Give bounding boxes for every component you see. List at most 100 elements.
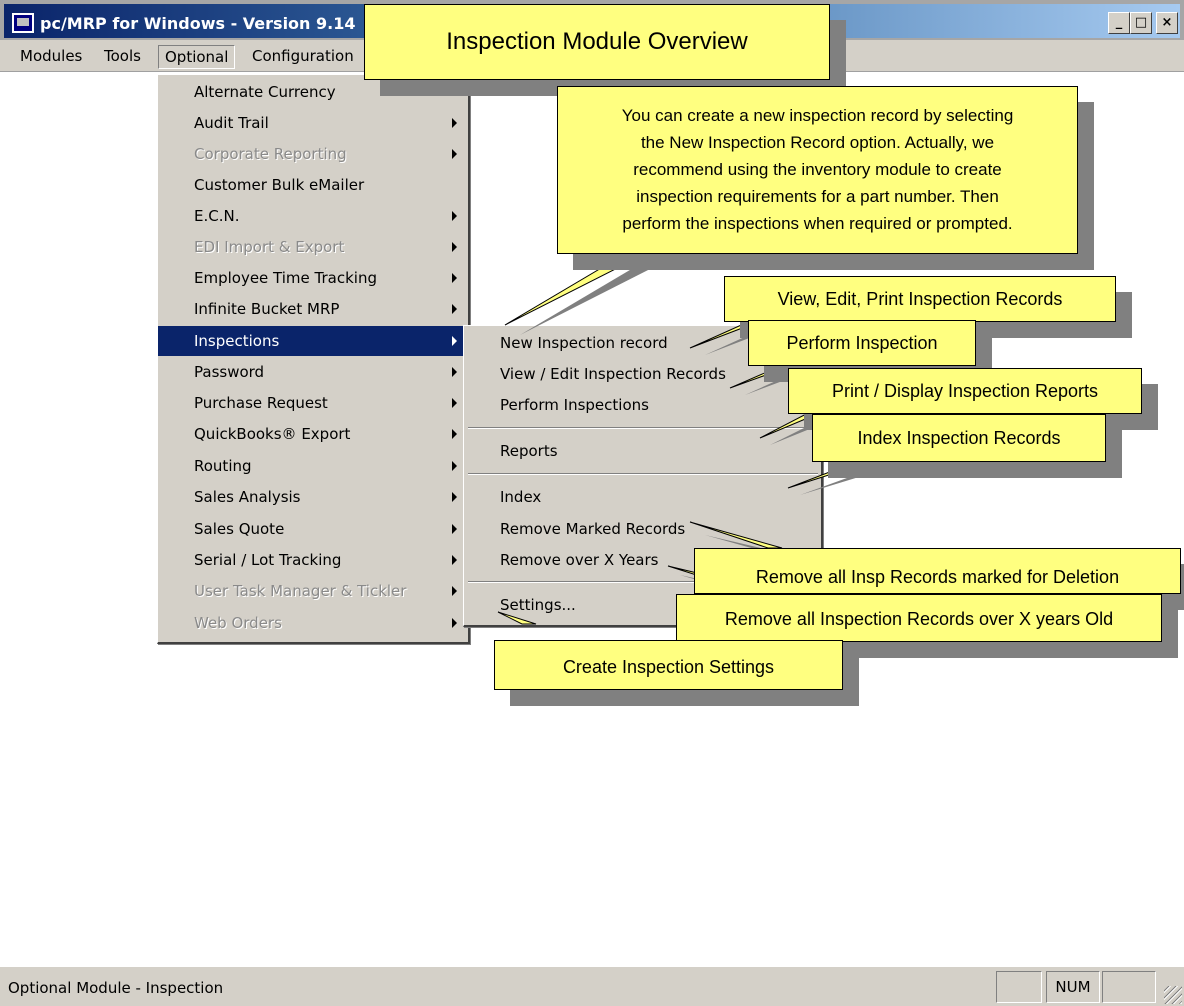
submenu-arrow-icon [452,586,457,596]
menu-item-ecn[interactable]: E.C.N. [158,201,467,231]
callout-text: Perform Inspection [786,333,938,353]
callout-text: You can create a new inspection record b… [621,106,1014,125]
menu-item-inspections[interactable]: Inspections [158,326,467,356]
callout-text: Index Inspection Records [857,428,1061,448]
menu-item-label: New Inspection record [500,334,668,352]
menu-item-label: E.C.N. [194,207,240,225]
menu-item-label: Alternate Currency [194,83,336,101]
submenu-perform-inspections[interactable]: Perform Inspections [464,390,820,420]
submenu-arrow-icon [452,336,457,346]
menu-item-label: Sales Quote [194,520,285,538]
callout-text: the New Inspection Record option. Actual… [640,133,995,152]
menu-item-label: Perform Inspections [500,396,649,414]
menu-item-label: Web Orders [194,614,282,632]
menu-item-label: View / Edit Inspection Records [500,365,726,383]
submenu-index[interactable]: Index [464,482,820,512]
app-icon[interactable] [12,13,34,33]
callout-text: Remove all Inspection Records over X yea… [724,609,1114,629]
submenu-arrow-icon [452,211,457,221]
menu-item-label: Employee Time Tracking [194,269,377,287]
menu-item-serial-lot-tracking[interactable]: Serial / Lot Tracking [158,545,467,575]
menu-separator [468,427,818,429]
status-text: Optional Module - Inspection [8,979,224,997]
maximize-button[interactable]: □ [1130,12,1152,34]
submenu-arrow-icon [452,524,457,534]
callout-text: Print / Display Inspection Reports [831,381,1099,401]
callout-text: Remove all Insp Records marked for Delet… [755,567,1120,587]
submenu-arrow-icon [452,367,457,377]
submenu-remove-marked-records[interactable]: Remove Marked Records [464,514,820,544]
resize-grip-icon[interactable] [1164,986,1182,1004]
menu-optional[interactable]: Optional [158,45,236,69]
callout-remove-marked: Remove all Insp Records marked for Delet… [694,548,1181,594]
close-button[interactable]: × [1156,12,1178,34]
menu-item-label: User Task Manager & Tickler [194,582,407,600]
callout-view-edit: View, Edit, Print Inspection Records [724,276,1116,322]
menu-item-label: Inspections [194,332,280,350]
menu-configuration[interactable]: Configuration [246,45,360,69]
menu-item-web-orders: Web Orders [158,608,467,638]
submenu-arrow-icon [452,398,457,408]
callout-new-record: You can create a new inspection record b… [557,86,1078,254]
submenu-reports[interactable]: Reports [464,436,820,466]
submenu-arrow-icon [452,618,457,628]
submenu-arrow-icon [452,461,457,471]
menu-item-label: Corporate Reporting [194,145,347,163]
menu-item-edi-import-export: EDI Import & Export [158,232,467,262]
callout-remove-years: Remove all Inspection Records over X yea… [676,594,1162,642]
menu-item-sales-quote[interactable]: Sales Quote [158,514,467,544]
callout-text: Inspection Module Overview [446,28,748,55]
callout-overview-title: Inspection Module Overview [364,4,830,80]
submenu-arrow-icon [452,555,457,565]
submenu-arrow-icon [452,492,457,502]
menu-item-purchase-request[interactable]: Purchase Request [158,388,467,418]
submenu-arrow-icon [452,242,457,252]
menu-item-label: Routing [194,457,252,475]
menu-item-label: Index [500,488,542,506]
menu-item-alternate-currency[interactable]: Alternate Currency [158,77,467,107]
menu-item-label: Password [194,363,265,381]
status-panel-scroll [1102,971,1156,1003]
submenu-arrow-icon [452,304,457,314]
callout-text: Create Inspection Settings [562,657,775,677]
menu-item-label: Settings... [500,596,576,614]
submenu-arrow-icon [452,149,457,159]
menu-item-label: Customer Bulk eMailer [194,176,365,194]
menu-item-label: Sales Analysis [194,488,301,506]
menu-item-routing[interactable]: Routing [158,451,467,481]
callout-perform: Perform Inspection [748,320,976,366]
callout-text: inspection requirements for a part numbe… [636,187,999,206]
menu-item-label: Purchase Request [194,394,328,412]
callout-text: View, Edit, Print Inspection Records [777,289,1063,309]
menu-item-corporate-reporting: Corporate Reporting [158,139,467,169]
menu-separator [468,473,818,475]
menu-item-label: QuickBooks® Export [194,425,351,443]
status-panel-caps [996,971,1042,1003]
submenu-arrow-icon [452,273,457,283]
callout-reports: Print / Display Inspection Reports [788,368,1142,414]
menu-item-label: Audit Trail [194,114,269,132]
menu-item-user-task-manager: User Task Manager & Tickler [158,576,467,606]
menu-item-label: EDI Import & Export [194,238,345,256]
submenu-arrow-icon [452,118,457,128]
window-title: pc/MRP for Windows - Version 9.14 [40,14,356,33]
menu-item-label: Infinite Bucket MRP [194,300,340,318]
menu-item-infinite-bucket-mrp[interactable]: Infinite Bucket MRP [158,294,467,324]
callout-text: perform the inspections when required or… [622,214,1013,233]
menu-item-employee-time-tracking[interactable]: Employee Time Tracking [158,263,467,293]
menu-item-password[interactable]: Password [158,357,467,387]
menu-item-label: Serial / Lot Tracking [194,551,342,569]
menu-modules[interactable]: Modules [14,45,88,69]
menu-item-label: Remove over X Years [500,551,659,569]
menu-item-label: Reports [500,442,558,460]
submenu-arrow-icon [452,429,457,439]
menu-item-audit-trail[interactable]: Audit Trail [158,108,467,138]
optional-menu: Alternate Currency Audit Trail Corporate… [157,74,470,644]
menu-item-customer-bulk-emailer[interactable]: Customer Bulk eMailer [158,170,467,200]
callout-settings: Create Inspection Settings [494,640,843,690]
menu-tools[interactable]: Tools [98,45,147,69]
minimize-button[interactable]: _ [1108,12,1130,34]
callout-index: Index Inspection Records [812,414,1106,462]
menu-item-sales-analysis[interactable]: Sales Analysis [158,482,467,512]
menu-item-quickbooks-export[interactable]: QuickBooks® Export [158,419,467,449]
